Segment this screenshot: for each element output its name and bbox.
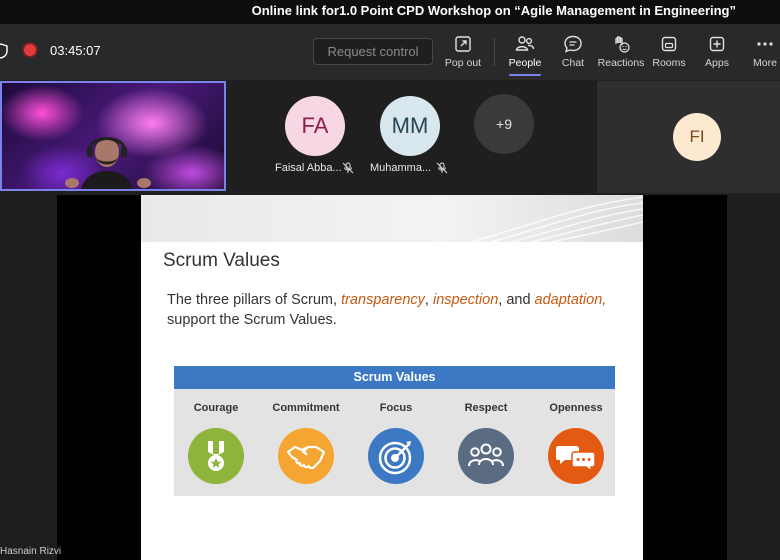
- body-suffix: support the Scrum Values.: [167, 312, 337, 328]
- people-icon: [515, 36, 535, 51]
- rooms-icon: [661, 36, 677, 52]
- scrum-values-panel: Scrum Values Courage Commitment Focus Re…: [174, 366, 615, 496]
- speech-bubbles-icon: [548, 428, 604, 484]
- more-button[interactable]: More: [737, 34, 780, 74]
- value-label: Openness: [549, 402, 603, 414]
- slide-title: Scrum Values: [163, 250, 280, 271]
- chat-icon: [564, 35, 582, 53]
- participant-avatar-fa[interactable]: FA: [285, 96, 345, 156]
- toolbar-divider: [494, 38, 495, 66]
- title-bar: Online link for1.0 Point CPD Workshop on…: [0, 0, 780, 24]
- participant-avatar-mm[interactable]: MM: [380, 96, 440, 156]
- body-prefix: The three pillars of Scrum,: [167, 292, 342, 308]
- pop-out-label: Pop out: [444, 57, 482, 69]
- value-label: Courage: [193, 402, 239, 414]
- presentation-slide: Scrum Values The three pillars of Scrum,…: [141, 195, 643, 560]
- body-separator: , and: [498, 292, 535, 308]
- meeting-title: Online link for1.0 Point CPD Workshop on…: [251, 3, 736, 18]
- mic-muted-icon: [342, 162, 354, 174]
- request-control-button[interactable]: Request control: [313, 38, 433, 65]
- presenter-name: Hasnain Rizvi: [0, 546, 62, 557]
- reactions-icon: [615, 36, 630, 53]
- more-icon: [757, 42, 773, 46]
- value-label: Focus: [379, 402, 413, 414]
- active-speaker-video[interactable]: [0, 81, 226, 191]
- pop-out-button[interactable]: Pop out: [435, 34, 491, 74]
- value-courage: Courage: [176, 402, 256, 484]
- shield-icon: [0, 43, 8, 59]
- pop-out-icon: [455, 36, 471, 52]
- banner-wave-pattern: [470, 196, 643, 243]
- participant-name: Faisal Abba...: [275, 162, 342, 174]
- highlight-transparency: transparency: [341, 292, 425, 308]
- group-icon: [458, 428, 514, 484]
- meeting-timer: 03:45:07: [50, 43, 101, 58]
- value-commitment: Commitment: [266, 402, 346, 484]
- scrum-values-header: Scrum Values: [174, 366, 615, 389]
- handshake-icon: [278, 428, 334, 484]
- highlight-inspection: inspection: [432, 292, 499, 308]
- highlight-adaptation: adaptation,: [534, 292, 607, 308]
- target-icon: [368, 428, 424, 484]
- mic-muted-icon: [436, 162, 448, 174]
- value-openness: Openness: [536, 402, 616, 484]
- participant-name: Muhamma...: [370, 162, 432, 174]
- slide-banner: [141, 195, 643, 243]
- value-label: Commitment: [272, 402, 340, 414]
- value-focus: Focus: [356, 402, 436, 484]
- more-participants-button[interactable]: +9: [474, 94, 534, 154]
- recording-indicator-icon: [24, 44, 36, 56]
- body-separator: ,: [424, 292, 433, 308]
- more-label: More: [753, 57, 777, 69]
- participant-avatar-fi: FI: [673, 113, 721, 161]
- medal-icon: [188, 428, 244, 484]
- value-label: Respect: [464, 402, 508, 414]
- value-respect: Respect: [446, 402, 526, 484]
- slide-body-text: The three pillars of Scrum, transparency…: [167, 290, 627, 330]
- apps-icon: [709, 36, 725, 52]
- speaker-figure: [65, 137, 151, 189]
